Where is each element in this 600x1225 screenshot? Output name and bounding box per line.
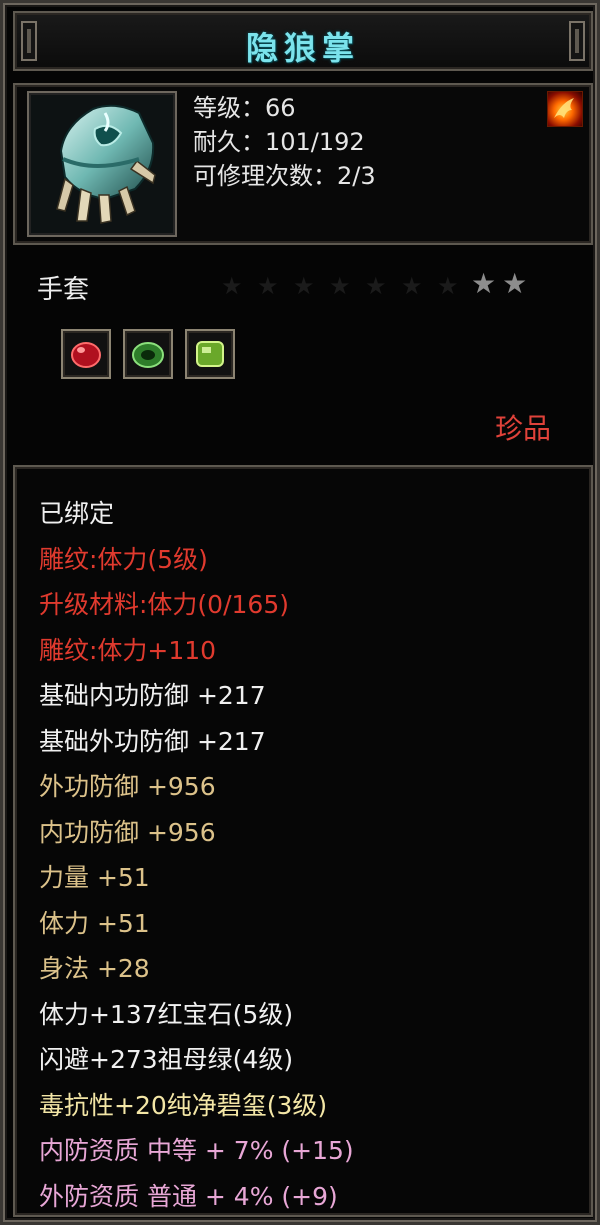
gem-socket-3[interactable]	[185, 329, 235, 379]
item-name: 隐狼掌	[245, 29, 360, 67]
empty-star-icon: ★	[293, 272, 315, 300]
empty-star-icon: ★	[329, 272, 351, 300]
empty-star-icon: ★	[257, 272, 279, 300]
empty-star-icon: ★	[437, 272, 459, 300]
attribute-line: 闪避+273祖母绿(4级)	[39, 1045, 294, 1074]
ruby-gem-icon	[71, 342, 101, 368]
item-stats: 等级：66 耐久：101/192 可修理次数：2/3	[193, 91, 376, 193]
item-icon-frame	[27, 91, 177, 237]
attribute-line: 基础内功防御 +217	[39, 681, 266, 710]
gem-sockets	[61, 329, 235, 379]
item-info-box: 等级：66 耐久：101/192 可修理次数：2/3	[13, 83, 593, 245]
attribute-line: 内防资质 中等 + 7% (+15)	[39, 1136, 354, 1165]
attribute-line: 体力+137红宝石(5级)	[39, 999, 294, 1029]
rarity-label: 珍品	[494, 412, 551, 445]
attribute-line: 雕纹:体力+110	[39, 635, 217, 665]
star-icon: ★	[502, 267, 528, 300]
attribute-line: 已绑定	[39, 499, 115, 528]
attribute-line: 外防资质 普通 + 4% (+9)	[39, 1181, 338, 1211]
title-bar: 隐狼掌	[13, 11, 593, 71]
item-repair-count: 可修理次数：2/3	[193, 162, 376, 190]
emerald-ring-icon	[132, 342, 164, 368]
attribute-line: 雕纹:体力(5级)	[39, 544, 208, 574]
attribute-list: 已绑定雕纹:体力(5级) 升级材料:体力(0/165) 雕纹:体力+110 基础内功防…	[39, 491, 354, 1219]
item-durability: 耐久：101/192	[193, 128, 365, 156]
star-slot-dots: ★ ★ ★ ★ ★ ★ ★	[221, 272, 467, 300]
jade-gem-icon	[196, 341, 224, 367]
attribute-line: 毒抗性+20纯净碧玺(3级)	[39, 1090, 328, 1120]
attribute-line: 内功防御 +956	[39, 817, 216, 847]
fire-icon	[547, 91, 583, 127]
attribute-line: 升级材料:体力(0/165)	[39, 590, 289, 619]
glove-icon	[56, 104, 156, 224]
attribute-line: 外功防御 +956	[39, 772, 216, 801]
attribute-box: 已绑定雕纹:体力(5级) 升级材料:体力(0/165) 雕纹:体力+110 基础内功防…	[13, 465, 593, 1217]
item-tooltip-panel: 隐狼掌 等级：66 耐久：101/192 可修理次数：2/3 手套 ★ ★ ★ …	[0, 0, 600, 1225]
gem-socket-1[interactable]	[61, 329, 111, 379]
title-bar-right-cap	[569, 21, 585, 61]
item-level: 等级：66	[193, 94, 296, 122]
item-type-label: 手套	[37, 275, 90, 305]
attribute-line: 身法 +28	[39, 954, 150, 983]
empty-star-icon: ★	[221, 272, 243, 300]
star-icon: ★	[471, 267, 497, 300]
attribute-line: 基础外功防御 +217	[39, 726, 266, 756]
empty-star-icon: ★	[365, 272, 387, 300]
star-rating: ★ ★	[471, 269, 527, 299]
gem-socket-2[interactable]	[123, 329, 173, 379]
attribute-line: 体力 +51	[39, 908, 150, 938]
attribute-line: 力量 +51	[39, 863, 150, 892]
empty-star-icon: ★	[401, 272, 423, 300]
